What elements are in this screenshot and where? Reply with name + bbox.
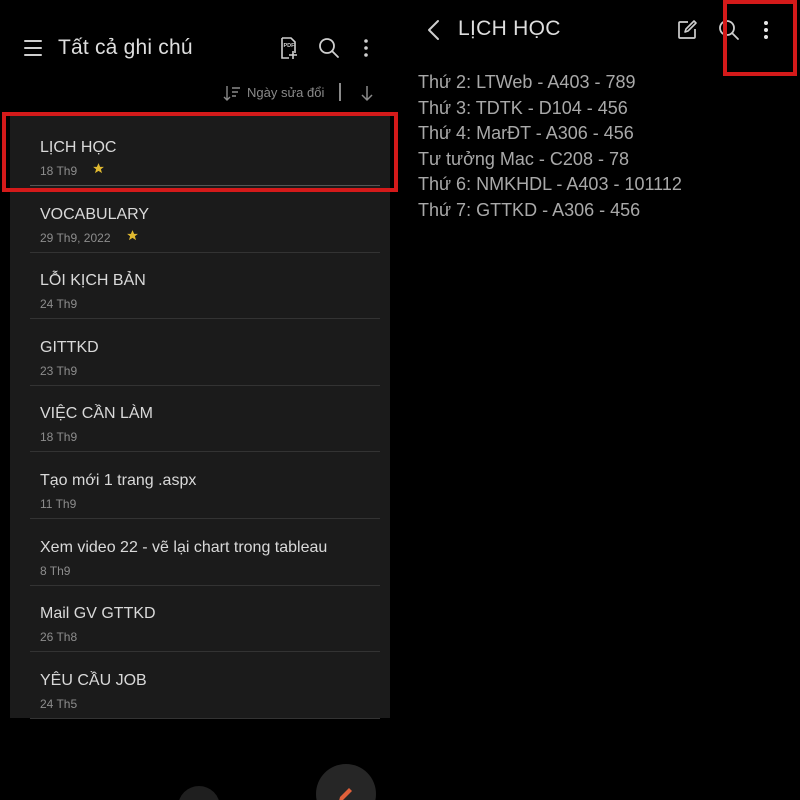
note-list-item[interactable]: Tạo mới 1 trang .aspx 11 Th9: [10, 453, 390, 519]
note-item-title: Mail GV GTTKD: [40, 605, 156, 623]
compose-button[interactable]: [316, 764, 376, 800]
note-list-item[interactable]: Xem video 22 - vẽ lại chart trong tablea…: [10, 520, 390, 586]
note-detail-pane: LỊCH HỌC Thứ 2: LTWeb - A403 - 789 Thứ 3:…: [400, 0, 800, 800]
note-item-date: 29 Th9, 2022: [40, 230, 111, 245]
star-icon: [127, 229, 138, 240]
arrow-down-icon[interactable]: [357, 83, 377, 103]
more-vert-icon[interactable]: [354, 36, 378, 60]
note-item-title: YÊU CẦU JOB: [40, 671, 147, 689]
note-item-date: 8 Th9: [40, 563, 71, 578]
note-item-title: VOCABULARY: [40, 205, 150, 223]
search-icon[interactable]: [717, 18, 741, 42]
star-icon: [93, 163, 104, 174]
divider: [30, 717, 380, 719]
sort-icon[interactable]: [222, 83, 242, 103]
note-item-date: 11 Th9: [40, 497, 77, 511]
more-vert-icon[interactable]: [754, 18, 778, 42]
note-content-line: Thứ 7: GTTKD - A306 - 456: [418, 199, 641, 220]
edit-icon[interactable]: [675, 18, 699, 42]
note-item-date: 24 Th9: [40, 297, 78, 312]
note-content-line: Thứ 6: NMKHDL - A403 - 101112: [418, 174, 682, 195]
note-list-item[interactable]: GITTKD 23 Th9: [10, 320, 390, 386]
sort-label[interactable]: Ngày sửa đổi: [247, 85, 324, 100]
note-list-item[interactable]: YÊU CẦU JOB 24 Th5: [10, 653, 390, 719]
note-content-line: Thứ 2: LTWeb - A403 - 789: [418, 72, 636, 92]
notes-list-pane: Tất cả ghi chú PDF Ngày sửa đổi LỊCH HỌC…: [0, 0, 400, 800]
note-list-item[interactable]: VOCABULARY 29 Th9, 2022: [10, 187, 390, 253]
note-list-item[interactable]: VIỆC CẦN LÀM 18 Th9: [10, 386, 390, 453]
note-title: LỊCH HỌC: [458, 17, 561, 40]
note-content-line: Thứ 4: MarĐT - A306 - 456: [418, 123, 634, 144]
sort-divider: [339, 83, 341, 101]
note-item-date: 18 Th9: [40, 430, 78, 445]
note-item-title: GITTKD: [40, 338, 99, 356]
search-icon[interactable]: [317, 36, 341, 60]
list-header: Tất cả ghi chú PDF: [0, 22, 400, 78]
note-content-line: Tư tưởng Mac - C208 - 78: [418, 148, 629, 169]
note-item-date: 18 Th9: [40, 164, 78, 178]
note-list: LỊCH HỌC 18 Th9 VOCABULARY 29 Th9, 2022 LỖI …: [10, 112, 390, 719]
note-content-line: Thứ 3: TDTK - D104 - 456: [418, 97, 628, 118]
pencil-icon: [339, 788, 352, 800]
pdf-add-icon[interactable]: PDF: [276, 36, 300, 60]
note-item-title: VIỆC CẦN LÀM: [40, 405, 153, 423]
svg-text:PDF: PDF: [284, 43, 296, 49]
note-item-date: 24 Th5: [40, 696, 78, 711]
back-icon[interactable]: [422, 18, 446, 42]
note-item-date: 26 Th8: [40, 630, 78, 645]
secondary-fab[interactable]: [178, 786, 220, 800]
note-list-item[interactable]: LỊCH HỌC 18 Th9: [10, 120, 390, 186]
sort-bar: Ngày sửa đổi: [0, 80, 400, 106]
page-title: Tất cả ghi chú: [58, 36, 193, 59]
note-list-item[interactable]: Mail GV GTTKD 26 Th8: [10, 586, 390, 653]
note-item-title: Xem video 22 - vẽ lại chart trong tablea…: [40, 538, 328, 556]
note-list-item[interactable]: LỖI KỊCH BẢN 24 Th9: [10, 253, 390, 320]
note-content[interactable]: Thứ 2: LTWeb - A403 - 789 Thứ 3: TDTK - D…: [418, 70, 788, 224]
note-item-date: 23 Th9: [40, 363, 78, 378]
menu-icon[interactable]: [24, 40, 42, 56]
note-item-title: Tạo mới 1 trang .aspx: [40, 472, 197, 489]
note-item-title: LỖI KỊCH BẢN: [40, 272, 146, 290]
note-item-title: LỊCH HỌC: [40, 139, 117, 156]
